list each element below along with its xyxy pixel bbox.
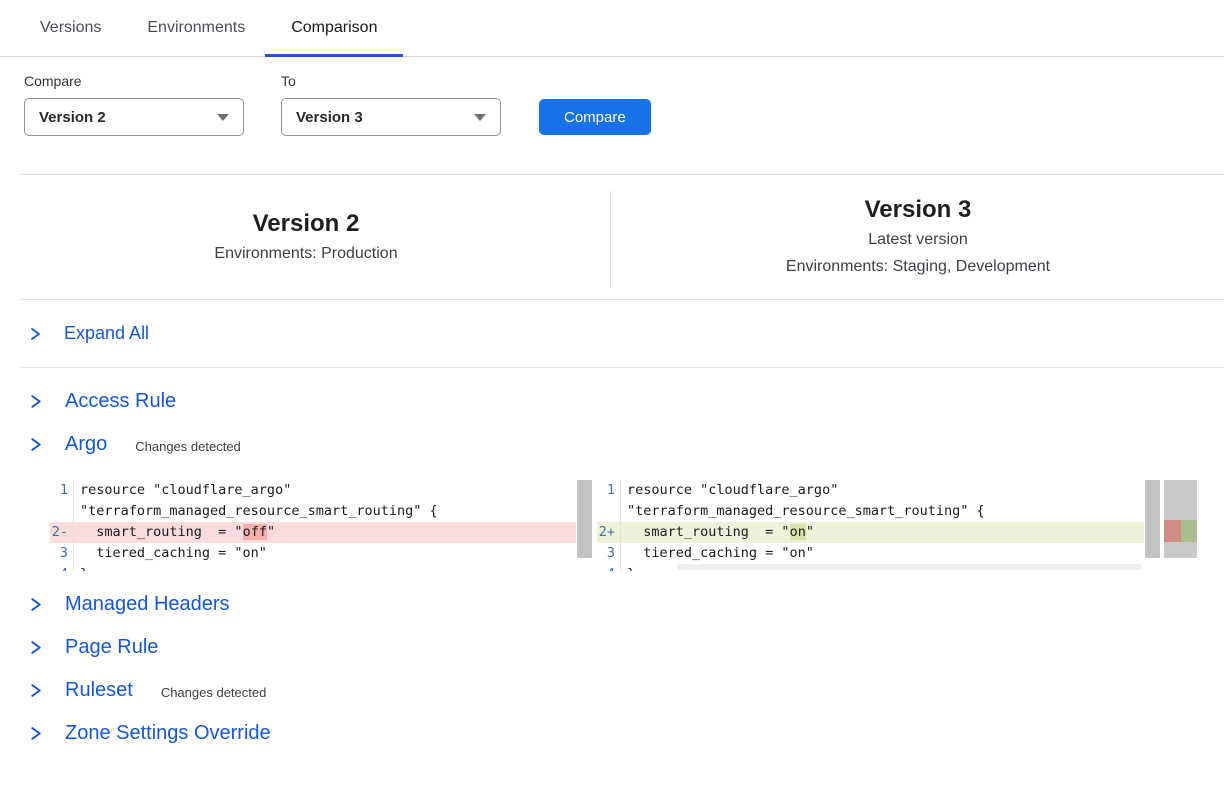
code-text: resource "cloudflare_argo" [74, 480, 576, 501]
ruler-added-mark [1181, 520, 1198, 542]
vertical-divider [610, 191, 611, 287]
resource-sections: Access Rule Argo Changes detected 1 reso… [0, 368, 1224, 755]
tab-comparison[interactable]: Comparison [291, 0, 377, 56]
section-ruleset[interactable]: Ruleset Changes detected [0, 669, 1224, 712]
line-number: 3 [597, 543, 621, 564]
diff-line: 3 tiered_caching = "on" [597, 543, 1144, 564]
line-number [597, 501, 621, 522]
vertical-scrollbar[interactable] [1145, 480, 1160, 558]
vertical-scrollbar[interactable] [577, 480, 592, 558]
code-text: smart_routing = "off" [74, 522, 576, 543]
to-version-value: Version 3 [296, 109, 363, 126]
version-right-title: Version 3 [865, 194, 972, 226]
changes-detected-badge: Changes detected [135, 436, 241, 454]
chevron-right-icon [28, 436, 43, 453]
chevron-right-icon [28, 596, 43, 613]
version-left-header: Version 2 Environments: Production [0, 175, 612, 299]
version-right-header: Version 3 Latest version Environments: S… [612, 175, 1224, 299]
added-word: on [790, 524, 806, 540]
section-page-rule[interactable]: Page Rule [0, 626, 1224, 669]
chevron-right-icon [28, 393, 43, 410]
diff-line-removed: 2- smart_routing = "off" [50, 522, 576, 543]
code-text: tiered_caching = "on" [74, 543, 576, 564]
changes-detected-badge: Changes detected [161, 682, 267, 700]
version-right-environments: Environments: Staging, Development [786, 253, 1050, 280]
compare-form: Compare Version 2 To Version 3 Compare [0, 57, 1224, 136]
line-number: 4 [50, 564, 74, 571]
section-label: Argo [65, 433, 107, 456]
line-number: 2- [50, 522, 74, 543]
section-access-rule[interactable]: Access Rule [0, 380, 1224, 423]
section-label: Access Rule [65, 390, 176, 413]
to-label: To [281, 73, 501, 89]
line-number: 4 [597, 564, 621, 571]
tab-bar: Versions Environments Comparison [0, 0, 1224, 57]
diff-line: 4 } [50, 564, 576, 571]
chevron-right-icon [28, 682, 43, 699]
version-left-title: Version 2 [253, 208, 360, 240]
line-number: 3 [50, 543, 74, 564]
diff-line: 3 tiered_caching = "on" [50, 543, 576, 564]
compare-button[interactable]: Compare [539, 99, 651, 135]
version-headers: Version 2 Environments: Production Versi… [0, 175, 1224, 299]
compare-version-value: Version 2 [39, 109, 106, 126]
horizontal-scrollbar[interactable] [677, 564, 1142, 570]
line-number [50, 501, 74, 522]
diff-line-added: 2+ smart_routing = "on" [597, 522, 1144, 543]
version-right-subtitle: Latest version [868, 226, 968, 253]
tab-versions[interactable]: Versions [40, 0, 101, 56]
diff-line: 1 resource "cloudflare_argo" [50, 480, 576, 501]
code-text: smart_routing = "on" [621, 522, 1144, 543]
tab-environments[interactable]: Environments [147, 0, 245, 56]
to-version-select[interactable]: Version 3 [281, 98, 501, 136]
diff-panel-version-3[interactable]: 1 resource "cloudflare_argo" "terraform_… [597, 480, 1197, 571]
line-number: 2+ [597, 522, 621, 543]
expand-all-button[interactable]: Expand All [0, 300, 1224, 367]
argo-diff: 1 resource "cloudflare_argo" "terraform_… [50, 480, 1224, 571]
expand-all-label: Expand All [64, 323, 149, 344]
diff-line-wrap: "terraform_managed_resource_smart_routin… [597, 501, 1144, 522]
section-label: Zone Settings Override [65, 722, 271, 745]
section-label: Page Rule [65, 636, 158, 659]
ruler-removed-mark [1164, 520, 1181, 542]
code-text: "terraform_managed_resource_smart_routin… [74, 501, 576, 522]
diff-line-wrap: "terraform_managed_resource_smart_routin… [50, 501, 576, 522]
line-number: 1 [50, 480, 74, 501]
chevron-right-icon [28, 326, 42, 342]
section-managed-headers[interactable]: Managed Headers [0, 583, 1224, 626]
section-label: Ruleset [65, 679, 133, 702]
diff-overview-ruler[interactable] [1164, 480, 1197, 558]
line-number: 1 [597, 480, 621, 501]
code-text: "terraform_managed_resource_smart_routin… [621, 501, 1144, 522]
section-argo[interactable]: Argo Changes detected [0, 423, 1224, 466]
compare-version-select[interactable]: Version 2 [24, 98, 244, 136]
section-label: Managed Headers [65, 593, 230, 616]
diff-line: 1 resource "cloudflare_argo" [597, 480, 1144, 501]
chevron-right-icon [28, 639, 43, 656]
code-text: } [74, 564, 576, 571]
version-left-environments: Environments: Production [214, 240, 397, 267]
chevron-right-icon [28, 725, 43, 742]
code-text: tiered_caching = "on" [621, 543, 1144, 564]
section-zone-settings-override[interactable]: Zone Settings Override [0, 712, 1224, 755]
compare-label: Compare [24, 73, 244, 89]
code-text: resource "cloudflare_argo" [621, 480, 1144, 501]
removed-word: off [243, 524, 267, 540]
chevron-down-icon [217, 114, 229, 121]
chevron-down-icon [474, 114, 486, 121]
diff-panel-version-2[interactable]: 1 resource "cloudflare_argo" "terraform_… [50, 480, 592, 571]
